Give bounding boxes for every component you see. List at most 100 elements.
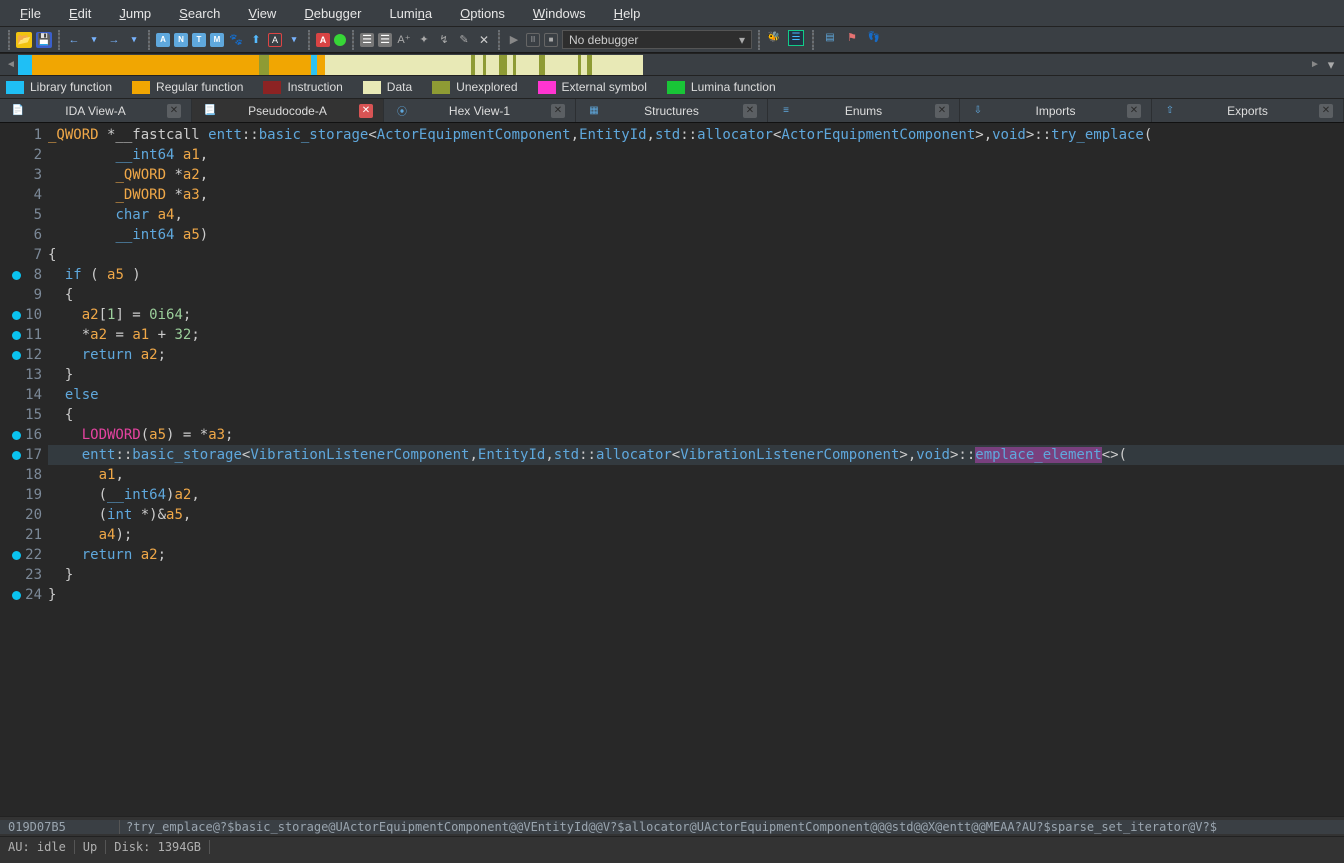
code-line[interactable]: (__int64)a2,: [48, 485, 1344, 505]
star-icon[interactable]: ✦: [416, 32, 432, 48]
line-number[interactable]: 8: [0, 265, 48, 285]
menu-edit[interactable]: Edit: [55, 6, 105, 21]
x-icon[interactable]: ✕: [476, 32, 492, 48]
code-line[interactable]: }: [48, 565, 1344, 585]
forward-dd-icon[interactable]: ▾: [126, 32, 142, 48]
code-area[interactable]: _QWORD *__fastcall entt::basic_storage<A…: [48, 123, 1344, 816]
tab-ida-view-a[interactable]: 📄IDA View-A✕: [0, 99, 192, 122]
code-line[interactable]: char a4,: [48, 205, 1344, 225]
dd-icon[interactable]: ▾: [286, 32, 302, 48]
line-number[interactable]: 18: [0, 465, 48, 485]
code-line[interactable]: (int *)&a5,: [48, 505, 1344, 525]
overview-dropdown-icon[interactable]: ▾: [1322, 57, 1340, 73]
open-file-icon[interactable]: 📂: [16, 32, 32, 48]
code-line[interactable]: _DWORD *a3,: [48, 185, 1344, 205]
fox-icon[interactable]: 🐾: [228, 32, 244, 48]
green-dot-icon[interactable]: [334, 34, 346, 46]
line-number[interactable]: 13: [0, 365, 48, 385]
overview-segment[interactable]: [317, 55, 325, 75]
code-line[interactable]: }: [48, 365, 1344, 385]
tab-hex-view-1[interactable]: ⦿Hex View-1✕: [384, 99, 576, 122]
window-icon[interactable]: ▤: [822, 30, 838, 46]
t-icon[interactable]: T: [192, 33, 206, 47]
menu-view[interactable]: View: [234, 6, 290, 21]
debug-pause-icon[interactable]: II: [526, 33, 540, 47]
line-number[interactable]: 14: [0, 385, 48, 405]
line-number[interactable]: 15: [0, 405, 48, 425]
menu-windows[interactable]: Windows: [519, 6, 600, 21]
overview-segment[interactable]: [325, 55, 471, 75]
code-line[interactable]: LODWORD(a5) = *a3;: [48, 425, 1344, 445]
code-line[interactable]: if ( a5 ): [48, 265, 1344, 285]
overview-segment[interactable]: [32, 55, 259, 75]
edit-icon[interactable]: ✎: [456, 32, 472, 48]
line-number[interactable]: 19: [0, 485, 48, 505]
back-dd-icon[interactable]: ▾: [86, 32, 102, 48]
tab-pseudocode-a[interactable]: 📃Pseudocode-A✕: [192, 99, 384, 122]
code-line[interactable]: entt::basic_storage<VibrationListenerCom…: [48, 445, 1344, 465]
m-icon[interactable]: M: [210, 33, 224, 47]
tab-imports[interactable]: ⇩Imports✕: [960, 99, 1152, 122]
line-number[interactable]: 4: [0, 185, 48, 205]
code-line[interactable]: {: [48, 405, 1344, 425]
menu-jump[interactable]: Jump: [105, 6, 165, 21]
debug-stop-icon[interactable]: ■: [544, 33, 558, 47]
menu-help[interactable]: Help: [600, 6, 655, 21]
line-number[interactable]: 10: [0, 305, 48, 325]
line-number[interactable]: 6: [0, 225, 48, 245]
code-line[interactable]: __int64 a1,: [48, 145, 1344, 165]
code-line[interactable]: a2[1] = 0i64;: [48, 305, 1344, 325]
overview-segment[interactable]: [516, 55, 539, 75]
line-number[interactable]: 16: [0, 425, 48, 445]
menu-debugger[interactable]: Debugger: [290, 6, 375, 21]
line-number[interactable]: 20: [0, 505, 48, 525]
overview-segment[interactable]: [545, 55, 577, 75]
code-line[interactable]: *a2 = a1 + 32;: [48, 325, 1344, 345]
overview-segment[interactable]: [592, 55, 644, 75]
menu-options[interactable]: Options: [446, 6, 519, 21]
overview-segment[interactable]: [486, 55, 499, 75]
overview-segment[interactable]: [475, 55, 483, 75]
line-number[interactable]: 17: [0, 445, 48, 465]
tab-enums[interactable]: ≡Enums✕: [768, 99, 960, 122]
line-number[interactable]: 5: [0, 205, 48, 225]
tool-icon[interactable]: 🐝: [766, 30, 782, 46]
forward-icon[interactable]: →: [106, 32, 122, 48]
overview-left-icon[interactable]: ◄: [4, 59, 18, 70]
code-line[interactable]: {: [48, 245, 1344, 265]
code-line[interactable]: _QWORD *__fastcall entt::basic_storage<A…: [48, 125, 1344, 145]
code-line[interactable]: {: [48, 285, 1344, 305]
red-a-icon[interactable]: A: [316, 33, 330, 47]
menu-search[interactable]: Search: [165, 6, 234, 21]
ghost-icon[interactable]: 👣: [866, 30, 882, 46]
n-icon[interactable]: N: [174, 33, 188, 47]
save-icon[interactable]: 💾: [36, 32, 52, 48]
binary-icon[interactable]: ☰: [360, 33, 374, 47]
tab-close-icon[interactable]: ✕: [1127, 104, 1141, 118]
code-line[interactable]: return a2;: [48, 545, 1344, 565]
wrench-icon[interactable]: ↯: [436, 32, 452, 48]
menu-lumina[interactable]: Lumina: [375, 6, 446, 21]
line-number[interactable]: 12: [0, 345, 48, 365]
tab-close-icon[interactable]: ✕: [551, 104, 565, 118]
line-number[interactable]: 24: [0, 585, 48, 605]
up-arrow-icon[interactable]: ⬆: [248, 32, 264, 48]
overview-segment[interactable]: [259, 55, 269, 75]
tool-selected-icon[interactable]: ☰: [788, 30, 804, 46]
overview-segment[interactable]: [499, 55, 507, 75]
overview-right-icon[interactable]: ►: [1308, 59, 1322, 70]
debugger-selector[interactable]: No debugger▾: [562, 30, 752, 49]
line-number[interactable]: 23: [0, 565, 48, 585]
overview-segment[interactable]: [269, 55, 311, 75]
pseudocode-view[interactable]: 123456789101112131415161718192021222324 …: [0, 123, 1344, 816]
line-number[interactable]: 1: [0, 125, 48, 145]
boxed-a-icon[interactable]: A: [268, 33, 282, 47]
line-number[interactable]: 22: [0, 545, 48, 565]
menu-file[interactable]: File: [6, 6, 55, 21]
line-number[interactable]: 9: [0, 285, 48, 305]
line-number[interactable]: 7: [0, 245, 48, 265]
tab-structures[interactable]: ▦Structures✕: [576, 99, 768, 122]
a-icon[interactable]: A: [156, 33, 170, 47]
code-line[interactable]: else: [48, 385, 1344, 405]
line-number[interactable]: 3: [0, 165, 48, 185]
